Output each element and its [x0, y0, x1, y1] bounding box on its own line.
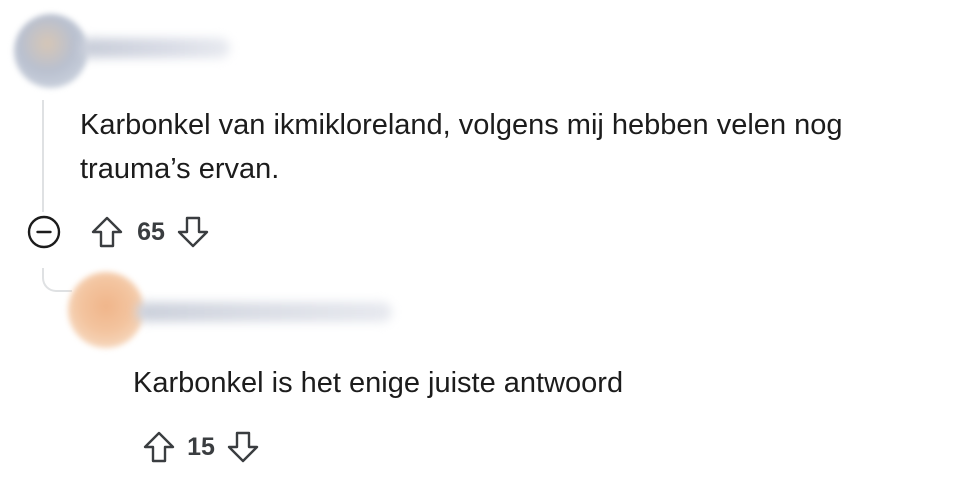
avatar[interactable] — [14, 14, 88, 88]
author-name-blurred[interactable] — [80, 38, 230, 58]
arrow-up-outline-icon — [143, 431, 175, 463]
thread-connector-line[interactable] — [42, 100, 44, 212]
arrow-up-outline-icon — [91, 216, 123, 248]
arrow-down-outline-icon — [177, 216, 209, 248]
comment-body: Karbonkel is het enige juiste antwoord — [133, 367, 624, 399]
vote-count: 65 — [137, 217, 165, 246]
comment-body: Karbonkel van ikmikloreland, volgens mij… — [80, 109, 843, 185]
comment-thread: Karbonkel van ikmikloreland, volgens mij… — [0, 0, 964, 485]
upvote-button[interactable] — [88, 213, 126, 251]
avatar[interactable] — [68, 272, 144, 348]
minus-circle-icon — [27, 215, 61, 249]
downvote-button[interactable] — [174, 213, 212, 251]
upvote-button[interactable] — [140, 428, 178, 466]
comment-actions: 15 — [140, 427, 262, 467]
author-name-blurred[interactable] — [136, 302, 392, 322]
vote-count: 15 — [187, 432, 215, 461]
comment-actions: 65 — [26, 212, 212, 252]
thread-reply-connector — [42, 268, 72, 292]
arrow-down-outline-icon — [227, 431, 259, 463]
downvote-button[interactable] — [224, 428, 262, 466]
collapse-button[interactable] — [26, 214, 62, 250]
